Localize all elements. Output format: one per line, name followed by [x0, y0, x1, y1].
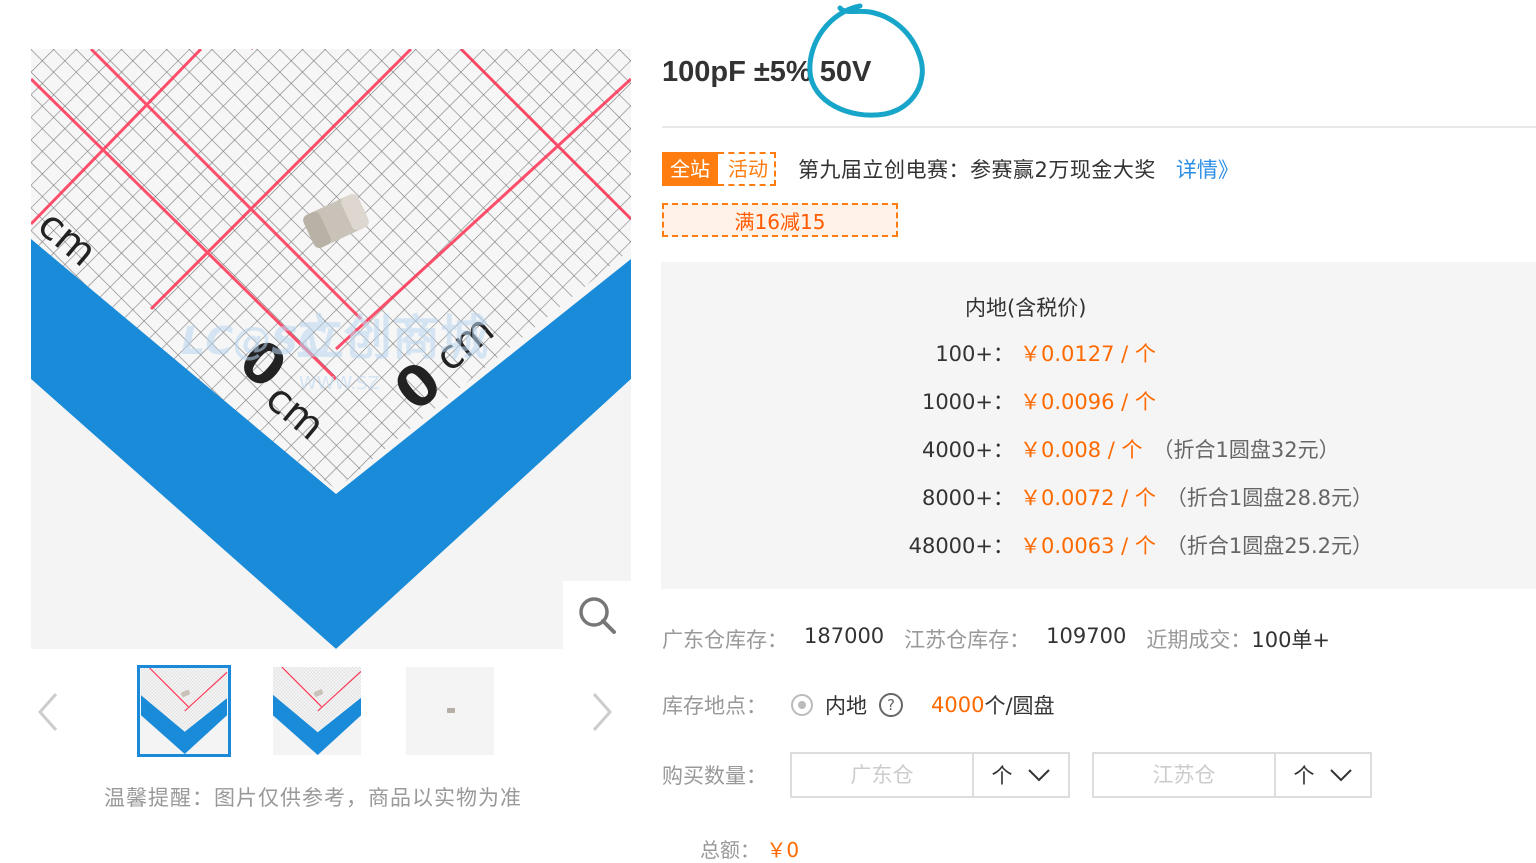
tier-price: ￥0.0127 / 个	[1020, 342, 1156, 366]
thumbnail-2[interactable]	[273, 667, 361, 755]
quantity-row: 购买数量： 个 个	[662, 752, 1394, 798]
js-stock-value: 109700	[1046, 624, 1127, 648]
thumb-next-button[interactable]	[584, 682, 620, 742]
stock-location: 库存地点： 内地 ? 4000 个/圆盘	[662, 690, 1055, 720]
chevron-down-icon	[1329, 769, 1352, 782]
tier-note: （折合1圆盘32元）	[1152, 438, 1340, 462]
chevron-right-icon	[592, 693, 613, 731]
chevron-left-icon	[37, 693, 58, 731]
title-divider	[662, 126, 1536, 128]
tier-quantity: 1000+：	[921, 390, 1014, 414]
js-quantity-group: 个	[1092, 752, 1372, 798]
total-value: ￥0	[766, 838, 800, 862]
price-table: 内地(含税价) 100+： ￥0.0127 / 个 1000+： ￥0.0096…	[661, 262, 1536, 589]
quantity-label: 购买数量：	[662, 764, 767, 788]
magnifier-icon	[579, 597, 616, 634]
thumbnail-1[interactable]	[137, 665, 231, 757]
zoom-button[interactable]	[563, 581, 631, 649]
product-main-image: cm 0 cm 0 cm LC@SC 立创商城 WWW.SZ	[31, 49, 631, 649]
tier-quantity: 48000+：	[908, 534, 1014, 558]
tier-price: ￥0.0072 / 个	[1020, 486, 1156, 510]
tag-event: 活动	[718, 152, 776, 186]
help-icon[interactable]: ?	[879, 693, 903, 717]
stock-info: 广东仓库存： 187000 江苏仓库存： 109700 近期成交： 100单+	[662, 624, 1350, 654]
price-tier: 48000+： ￥0.0063 / 个 （折合1圆盘25.2元）	[661, 530, 1373, 560]
promo-text: 第九届立创电赛：参赛赢2万现金大奖	[798, 158, 1156, 182]
js-stock-label: 江苏仓库存：	[904, 628, 1031, 652]
pack-quantity: 4000	[931, 693, 985, 717]
coupon-badge[interactable]: 满16减15	[662, 203, 898, 237]
tier-price: ￥0.0063 / 个	[1020, 534, 1156, 558]
gd-unit-select[interactable]: 个	[974, 754, 1068, 796]
gd-quantity-group: 个	[790, 752, 1070, 798]
price-tier: 100+： ￥0.0127 / 个	[661, 338, 1166, 368]
tier-price: ￥0.0096 / 个	[1020, 390, 1156, 414]
js-quantity-input[interactable]	[1094, 754, 1276, 796]
recent-sales-label: 近期成交：	[1146, 628, 1252, 652]
tier-price: ￥0.008 / 个	[1020, 438, 1143, 462]
capacitor-photo: cm 0 cm 0 cm LC@SC 立创商城 WWW.SZ	[31, 49, 631, 649]
watermark-cn: 立创商城	[296, 310, 488, 366]
product-title: 100pF ±5% 50V	[662, 56, 872, 88]
total-label: 总额：	[700, 838, 760, 862]
tag-site: 全站	[662, 152, 718, 186]
gd-quantity-input[interactable]	[792, 754, 974, 796]
tier-note: （折合1圆盘25.2元）	[1165, 534, 1374, 558]
promo-details-link[interactable]: 详情》	[1176, 154, 1239, 184]
chevron-down-icon	[1027, 769, 1050, 782]
thumbnail-image	[141, 668, 228, 754]
total-row: 总额： ￥0	[700, 834, 799, 863]
js-unit-select[interactable]: 个	[1276, 754, 1370, 796]
thumbnail-3[interactable]	[406, 667, 494, 755]
watermark-url: WWW.SZ	[299, 373, 380, 394]
pack-unit: 个/圆盘	[984, 694, 1055, 718]
location-radio[interactable]	[791, 694, 813, 716]
tier-quantity: 8000+：	[921, 486, 1014, 510]
recent-sales-value: 100单+	[1251, 628, 1331, 652]
thumb-prev-button[interactable]	[30, 682, 66, 742]
gd-stock-label: 广东仓库存：	[662, 628, 788, 652]
promo-row: 全站 活动 第九届立创电赛：参赛赢2万现金大奖 详情》	[662, 151, 1239, 187]
image-disclaimer: 温馨提醒：图片仅供参考，商品以实物为准	[104, 786, 522, 810]
price-tier: 1000+： ￥0.0096 / 个	[661, 386, 1166, 416]
gd-stock-value: 187000	[804, 624, 885, 648]
price-region-header: 内地(含税价)	[965, 296, 1087, 320]
price-tier: 4000+： ￥0.008 / 个 （折合1圆盘32元）	[661, 434, 1340, 464]
unit-label: 个	[1293, 764, 1315, 788]
thumbnail-image	[406, 667, 494, 755]
tier-quantity: 100+：	[935, 342, 1014, 366]
tier-note: （折合1圆盘28.8元）	[1165, 486, 1374, 510]
price-tier: 8000+： ￥0.0072 / 个 （折合1圆盘28.8元）	[661, 482, 1373, 512]
tier-quantity: 4000+：	[921, 438, 1014, 462]
thumbnail-image	[273, 667, 361, 755]
location-label: 库存地点：	[662, 694, 767, 718]
unit-label: 个	[991, 764, 1013, 788]
location-option[interactable]: 内地	[825, 690, 867, 720]
